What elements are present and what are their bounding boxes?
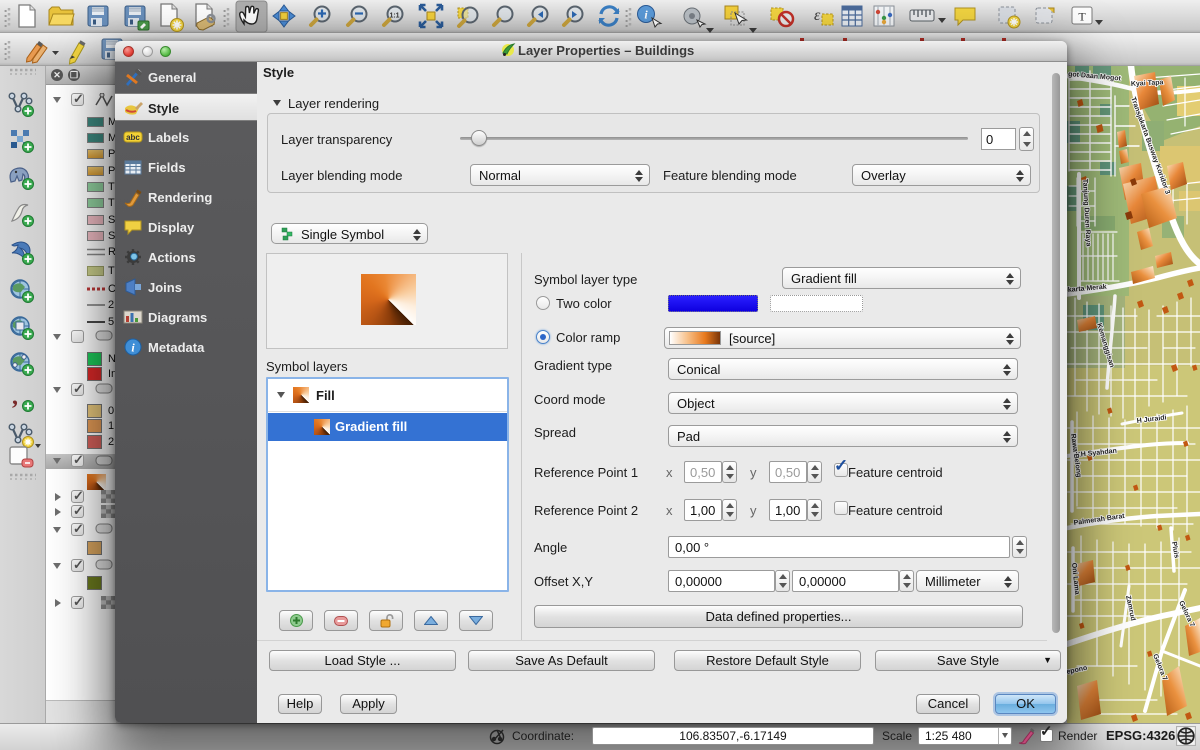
svg-text:ε: ε [814,7,821,24]
svg-text:,: , [12,384,18,410]
svg-text:1:1: 1:1 [389,13,399,20]
svg-text:abc: abc [126,133,140,142]
svg-text:T: T [1078,10,1086,24]
